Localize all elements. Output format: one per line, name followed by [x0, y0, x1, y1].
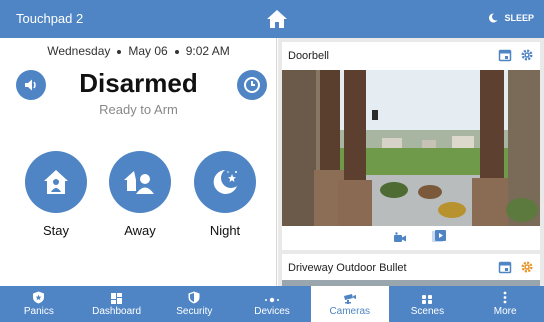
sleep-label: SLEEP: [504, 13, 534, 23]
night-button[interactable]: Night: [193, 151, 257, 238]
date-time: Wednesday May 06 9:02 AM: [0, 44, 277, 58]
time: 9:02 AM: [185, 44, 230, 58]
nav-security[interactable]: Security: [155, 286, 233, 322]
scenes-icon: [422, 295, 433, 304]
home-icon[interactable]: [265, 7, 289, 31]
nav-more[interactable]: More: [466, 286, 544, 322]
stay-label: Stay: [42, 223, 69, 238]
shield-star-icon: [33, 291, 45, 304]
camera-name: Doorbell: [288, 50, 329, 62]
nav-label: Cameras: [329, 306, 371, 317]
arm-status: Disarmed: [79, 68, 198, 98]
top-bar: Touchpad 2 SLEEP: [0, 0, 544, 38]
dashboard-grid-icon: [111, 293, 123, 304]
cameras-panel: Doorbell Driveway Outdoor Bullet: [278, 38, 544, 294]
nav-scenes[interactable]: Scenes: [389, 286, 467, 322]
calendar-icon[interactable]: [498, 260, 512, 274]
weekday: Wednesday: [47, 44, 111, 58]
moon-icon: [489, 13, 498, 23]
calendar-icon[interactable]: [498, 48, 512, 62]
camera-card-footer: [282, 226, 540, 250]
away-button[interactable]: Away: [108, 151, 172, 238]
arm-substatus: Ready to Arm: [99, 102, 178, 117]
night-circle: [194, 151, 256, 213]
nav-label: Panics: [23, 306, 54, 317]
nav-dashboard[interactable]: Dashboard: [78, 286, 156, 322]
away-house-person-icon: [124, 171, 154, 194]
bottom-nav: Panics Dashboard Security Devices Camera…: [0, 286, 544, 322]
nav-label: Devices: [254, 306, 290, 317]
date: May 06: [128, 44, 168, 58]
record-video-icon[interactable]: [393, 231, 407, 245]
stay-button[interactable]: Stay: [24, 151, 88, 238]
security-panel: Wednesday May 06 9:02 AM Disarmed Ready to…: [0, 38, 277, 286]
more-vertical-icon: [503, 291, 507, 304]
playback-clips-icon[interactable]: [431, 229, 447, 245]
nav-label: Security: [176, 306, 213, 317]
nav-devices[interactable]: Devices: [233, 286, 311, 322]
away-circle: [109, 151, 171, 213]
nav-panics[interactable]: Panics: [0, 286, 78, 322]
stay-house-icon: [44, 170, 68, 194]
separator-dot: [117, 49, 122, 54]
camera-icon: [343, 294, 356, 304]
nav-label: Scenes: [410, 306, 445, 317]
camera-card-doorbell[interactable]: Doorbell: [282, 42, 540, 250]
camera-card-header: Driveway Outdoor Bullet: [282, 254, 540, 280]
camera-name: Driveway Outdoor Bullet: [288, 262, 407, 274]
separator-dot: [174, 49, 179, 54]
night-label: Night: [209, 223, 241, 238]
device-title: Touchpad 2: [16, 11, 84, 26]
settings-gear-icon[interactable]: [520, 260, 534, 274]
sleep-button[interactable]: SLEEP: [488, 13, 534, 23]
stay-circle: [25, 151, 87, 213]
camera-card-header: Doorbell: [282, 42, 540, 68]
nav-label: Dashboard: [92, 306, 142, 317]
devices-icon: [265, 297, 280, 303]
nav-cameras[interactable]: Cameras: [310, 286, 389, 322]
nav-label: More: [493, 306, 517, 317]
night-moon-star-icon: [213, 170, 237, 194]
away-label: Away: [124, 223, 156, 238]
settings-gear-icon[interactable]: [520, 48, 534, 62]
camera-feed-doorbell[interactable]: [282, 70, 540, 226]
security-shield-icon: [188, 291, 200, 304]
